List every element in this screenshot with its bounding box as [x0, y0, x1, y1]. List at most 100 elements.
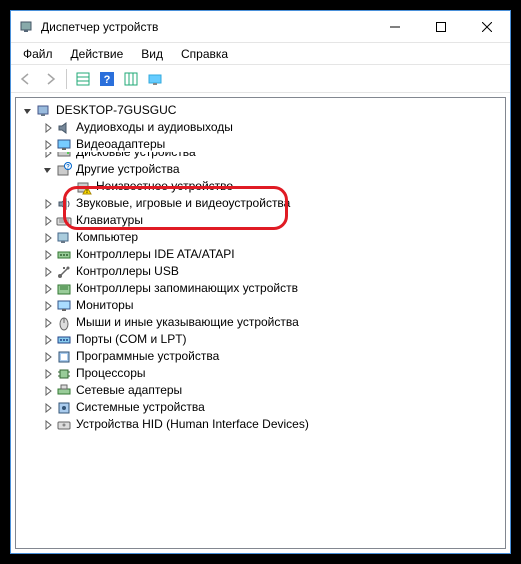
tree-category[interactable]: Порты (COM и LPT) [18, 331, 503, 348]
menu-view[interactable]: Вид [133, 45, 171, 63]
tree-category[interactable]: Дисковые устройства [18, 152, 503, 161]
tree-category[interactable]: Звуковые, игровые и видеоустройства [18, 195, 503, 212]
menu-help[interactable]: Справка [173, 45, 236, 63]
tree-category-label: Системные устройства [76, 399, 205, 416]
tree-category[interactable]: Программные устройства [18, 348, 503, 365]
tree-category-label: Другие устройства [76, 161, 180, 178]
hid-icon [56, 417, 72, 433]
tree-category-label: Программные устройства [76, 348, 219, 365]
tree-category[interactable]: Аудиовходы и аудиовыходы [18, 119, 503, 136]
port-icon [56, 332, 72, 348]
devices-by-type-button[interactable] [72, 68, 94, 90]
usb-icon [56, 264, 72, 280]
tree-category[interactable]: Сетевые адаптеры [18, 382, 503, 399]
tree-category-label: Компьютер [76, 229, 138, 246]
tree-category[interactable]: Мыши и иные указывающие устройства [18, 314, 503, 331]
tree-root-label: DESKTOP-7GUSGUC [56, 102, 176, 119]
tree-category[interactable]: Мониторы [18, 297, 503, 314]
tree-category-label: Устройства HID (Human Interface Devices) [76, 416, 309, 433]
expander-icon[interactable] [40, 162, 56, 178]
expander-icon[interactable] [40, 349, 56, 365]
computer-icon [56, 230, 72, 246]
network-icon [56, 383, 72, 399]
tree-category[interactable]: Системные устройства [18, 399, 503, 416]
system-icon [56, 400, 72, 416]
tree-category[interactable]: Процессоры [18, 365, 503, 382]
expander-icon[interactable] [40, 383, 56, 399]
menu-file[interactable]: Файл [15, 45, 61, 63]
expander-icon[interactable] [40, 417, 56, 433]
expander-icon[interactable] [40, 137, 56, 153]
tree-category-label: Аудиовходы и аудиовыходы [76, 119, 233, 136]
expander-icon[interactable] [40, 366, 56, 382]
software-icon [56, 349, 72, 365]
audio-icon [56, 120, 72, 136]
tree-category-label: Звуковые, игровые и видеоустройства [76, 195, 290, 212]
devices-by-connection-button[interactable] [120, 68, 142, 90]
help-button[interactable]: ? [96, 68, 118, 90]
computer-icon [36, 103, 52, 119]
tree-category-label: Дисковые устройства [76, 152, 196, 161]
window-title: Диспетчер устройств [41, 20, 158, 34]
tree-category[interactable]: ? Другие устройства [18, 161, 503, 178]
unknown-warn-icon: ! [76, 179, 92, 195]
expander-icon[interactable] [40, 315, 56, 331]
maximize-button[interactable] [418, 11, 464, 42]
svg-text:?: ? [66, 164, 70, 170]
tree-category-label: Мониторы [76, 297, 133, 314]
back-button [15, 68, 37, 90]
expander-icon[interactable] [40, 298, 56, 314]
tree-category-label: Мыши и иные указывающие устройства [76, 314, 299, 331]
expander-icon[interactable] [40, 400, 56, 416]
ide-icon [56, 247, 72, 263]
toolbar: ? [11, 65, 510, 93]
menu-action[interactable]: Действие [63, 45, 132, 63]
tree-root[interactable]: DESKTOP-7GUSGUC [18, 102, 503, 119]
minimize-button[interactable] [372, 11, 418, 42]
tree-category-label: Контроллеры USB [76, 263, 179, 280]
sound-icon [56, 196, 72, 212]
svg-text:?: ? [104, 74, 111, 86]
tree-category-label: Контроллеры запоминающих устройств [76, 280, 298, 297]
device-manager-window: Диспетчер устройств Файл Действие Вид Сп… [10, 10, 511, 554]
tree-category-label: Контроллеры IDE ATA/ATAPI [76, 246, 235, 263]
svg-text:!: ! [86, 189, 88, 195]
close-button[interactable] [464, 11, 510, 42]
tree-category-label: Процессоры [76, 365, 146, 382]
tree-category-label: Сетевые адаптеры [76, 382, 182, 399]
disk-icon [56, 152, 72, 161]
expander-icon[interactable] [40, 247, 56, 263]
tree-category[interactable]: Контроллеры IDE ATA/ATAPI [18, 246, 503, 263]
tree-device[interactable]: ! Неизвестное устройство [18, 178, 503, 195]
tree-category[interactable]: Клавиатуры [18, 212, 503, 229]
tree-category[interactable]: Устройства HID (Human Interface Devices) [18, 416, 503, 433]
mouse-icon [56, 315, 72, 331]
menubar: Файл Действие Вид Справка [11, 43, 510, 65]
show-hidden-button[interactable] [144, 68, 166, 90]
tree-device-label: Неизвестное устройство [96, 178, 233, 195]
tree-category[interactable]: Видеоадаптеры [18, 136, 503, 153]
forward-button [39, 68, 61, 90]
tree-category[interactable]: Контроллеры запоминающих устройств [18, 280, 503, 297]
expander-icon[interactable] [40, 213, 56, 229]
expander-icon[interactable] [40, 332, 56, 348]
expander-icon[interactable] [40, 120, 56, 136]
tree-category[interactable]: Контроллеры USB [18, 263, 503, 280]
expander-icon[interactable] [20, 103, 36, 119]
unknown-cat-icon: ? [56, 162, 72, 178]
tree-category-label: Видеоадаптеры [76, 136, 165, 153]
content-area: DESKTOP-7GUSGUCАудиовходы и аудиовыходыВ… [11, 93, 510, 553]
monitor-icon [56, 298, 72, 314]
expander-icon[interactable] [40, 264, 56, 280]
storage-icon [56, 281, 72, 297]
tree-category-label: Порты (COM и LPT) [76, 331, 187, 348]
titlebar[interactable]: Диспетчер устройств [11, 11, 510, 43]
expander-icon[interactable] [40, 196, 56, 212]
app-icon [19, 19, 35, 35]
expander-icon[interactable] [40, 152, 56, 161]
expander-icon[interactable] [40, 281, 56, 297]
device-tree[interactable]: DESKTOP-7GUSGUCАудиовходы и аудиовыходыВ… [15, 97, 506, 549]
keyboard-icon [56, 213, 72, 229]
expander-icon[interactable] [40, 230, 56, 246]
tree-category[interactable]: Компьютер [18, 229, 503, 246]
